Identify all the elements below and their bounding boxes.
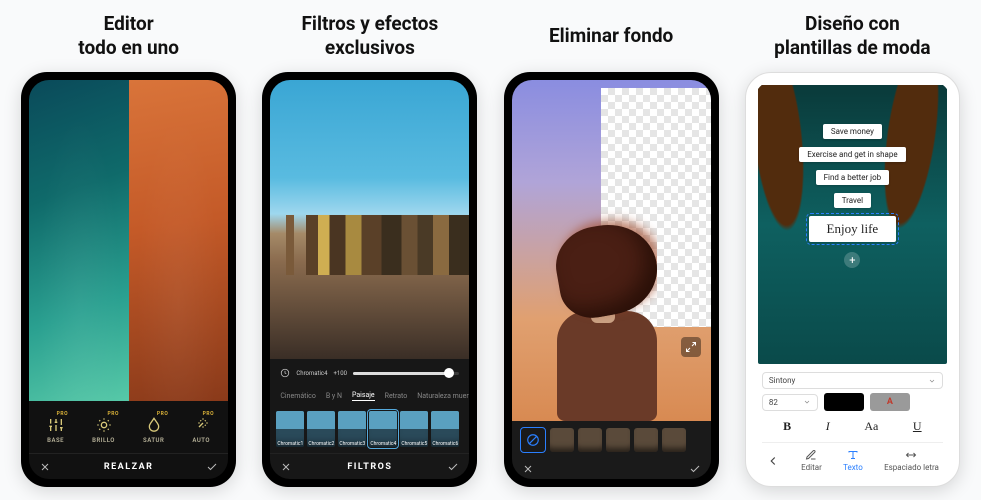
bg-thumb[interactable] bbox=[634, 428, 658, 452]
chevron-down-icon bbox=[803, 398, 811, 406]
sliders-icon bbox=[48, 417, 64, 433]
tool-base[interactable]: PRO BASE bbox=[47, 417, 64, 444]
text-color-swatch[interactable] bbox=[824, 393, 864, 411]
font-select[interactable]: Sintony bbox=[762, 372, 943, 389]
close-icon[interactable] bbox=[522, 463, 534, 475]
text-chip[interactable]: Travel bbox=[834, 193, 871, 208]
subject-silhouette bbox=[547, 201, 657, 421]
bg-thumb[interactable] bbox=[550, 428, 574, 452]
sun-icon bbox=[96, 417, 112, 433]
bottom-tabs: Editar Texto Espaciado letra bbox=[762, 442, 943, 476]
close-icon[interactable] bbox=[280, 461, 292, 473]
cat-cinematico[interactable]: Cinemático bbox=[280, 392, 315, 400]
editor-toolbar: PRO BASE PRO BRILLO PRO SATUR bbox=[29, 401, 228, 479]
underline-button[interactable]: U bbox=[913, 419, 922, 434]
promo-card-filters: Filtros y efectos exclusivos Chromatic4 … bbox=[257, 10, 482, 500]
intensity-slider-row: Chromatic4 +100 bbox=[270, 359, 469, 387]
slider-value: +100 bbox=[333, 370, 347, 377]
toolbar-title: REALZAR bbox=[104, 462, 154, 472]
card-title: Editor todo en uno bbox=[78, 10, 179, 62]
close-icon[interactable] bbox=[39, 461, 51, 473]
text-chip[interactable]: Exercise and get in shape bbox=[799, 147, 905, 162]
wand-icon bbox=[193, 417, 209, 433]
bg-thumb[interactable] bbox=[606, 428, 630, 452]
text-format-row: B I Aa U bbox=[762, 415, 943, 438]
phone-mockup: PRO BASE PRO BRILLO PRO SATUR bbox=[21, 72, 236, 487]
droplet-icon bbox=[146, 417, 162, 433]
filter-category-tabs: Cinemático B y N Paisaje Retrato Natural… bbox=[270, 387, 469, 405]
phone-mockup: Chromatic4 +100 Cinemático B y N Paisaje… bbox=[262, 72, 477, 487]
expand-icon bbox=[685, 341, 697, 353]
circle-slash-icon bbox=[526, 433, 540, 447]
card-title: Diseño con plantillas de moda bbox=[774, 10, 930, 62]
filter-thumb[interactable]: Chromatic4 bbox=[369, 411, 397, 447]
card-title: Eliminar fondo bbox=[549, 10, 673, 62]
font-size-select[interactable]: 82 bbox=[762, 394, 818, 411]
tab-editar[interactable]: Editar bbox=[801, 449, 822, 472]
toolbar-title: FILTROS bbox=[347, 462, 392, 472]
filter-thumb[interactable]: Chromatic6 bbox=[431, 411, 459, 447]
filter-thumb[interactable]: Chromatic3 bbox=[338, 411, 366, 447]
tool-satur[interactable]: PRO SATUR bbox=[143, 417, 164, 444]
card-title: Filtros y efectos exclusivos bbox=[302, 10, 439, 62]
cat-retrato[interactable]: Retrato bbox=[385, 392, 408, 400]
bg-thumb[interactable] bbox=[578, 428, 602, 452]
intensity-slider[interactable] bbox=[353, 372, 459, 375]
tool-brillo[interactable]: PRO BRILLO bbox=[92, 417, 115, 444]
no-background-button[interactable] bbox=[520, 427, 546, 453]
back-icon[interactable] bbox=[766, 454, 780, 468]
phone-mockup bbox=[504, 72, 719, 487]
case-button[interactable]: Aa bbox=[864, 419, 878, 434]
chevron-down-icon bbox=[928, 377, 936, 385]
promo-card-editor: Editor todo en uno PRO BASE PRO BRILLO bbox=[16, 10, 241, 500]
editor-preview-image bbox=[29, 80, 228, 401]
template-canvas[interactable]: Save money Exercise and get in shape Fin… bbox=[758, 85, 947, 364]
cat-paisaje[interactable]: Paisaje bbox=[352, 391, 375, 401]
filter-preview-image bbox=[270, 80, 469, 359]
cat-byn[interactable]: B y N bbox=[326, 392, 342, 400]
text-icon bbox=[847, 449, 859, 461]
filter-thumbnails: Chromatic1 Chromatic2 Chromatic3 Chromat… bbox=[270, 405, 469, 453]
slider-filter-name: Chromatic4 bbox=[296, 370, 327, 377]
pencil-icon bbox=[805, 449, 817, 461]
phone-mockup: Save money Exercise and get in shape Fin… bbox=[745, 72, 960, 487]
check-icon[interactable] bbox=[447, 461, 459, 473]
tool-auto[interactable]: PRO AUTO bbox=[192, 417, 210, 444]
filter-thumb[interactable]: Chromatic2 bbox=[307, 411, 335, 447]
filter-thumb[interactable]: Chromatic5 bbox=[400, 411, 428, 447]
bold-button[interactable]: B bbox=[783, 419, 791, 434]
bgremove-preview-image bbox=[512, 80, 711, 421]
text-chip-selected[interactable]: Enjoy life bbox=[809, 216, 897, 242]
text-bgcolor-swatch[interactable]: A bbox=[870, 393, 910, 411]
text-style-panel: Sintony 82 A B I Aa U bbox=[754, 368, 951, 478]
revert-icon[interactable] bbox=[280, 368, 290, 378]
bg-thumb[interactable] bbox=[662, 428, 686, 452]
check-icon[interactable] bbox=[206, 461, 218, 473]
filter-thumb[interactable]: Chromatic1 bbox=[276, 411, 304, 447]
promo-card-bgremove: Eliminar fondo bbox=[499, 10, 724, 500]
promo-card-templates: Diseño con plantillas de moda Save money… bbox=[740, 10, 965, 500]
tab-espaciado[interactable]: Espaciado letra bbox=[884, 449, 939, 472]
add-text-button[interactable]: + bbox=[844, 252, 860, 268]
expand-button[interactable] bbox=[681, 337, 701, 357]
text-chip[interactable]: Find a better job bbox=[816, 170, 890, 185]
filter-toolbar: Chromatic4 +100 Cinemático B y N Paisaje… bbox=[270, 359, 469, 479]
text-chip[interactable]: Save money bbox=[823, 124, 882, 139]
check-icon[interactable] bbox=[689, 463, 701, 475]
spacing-icon bbox=[905, 449, 917, 461]
bgremove-toolbar bbox=[512, 421, 711, 479]
cat-naturaleza[interactable]: Naturaleza muert bbox=[417, 392, 469, 400]
tab-texto[interactable]: Texto bbox=[843, 449, 863, 472]
italic-button[interactable]: I bbox=[826, 419, 830, 434]
